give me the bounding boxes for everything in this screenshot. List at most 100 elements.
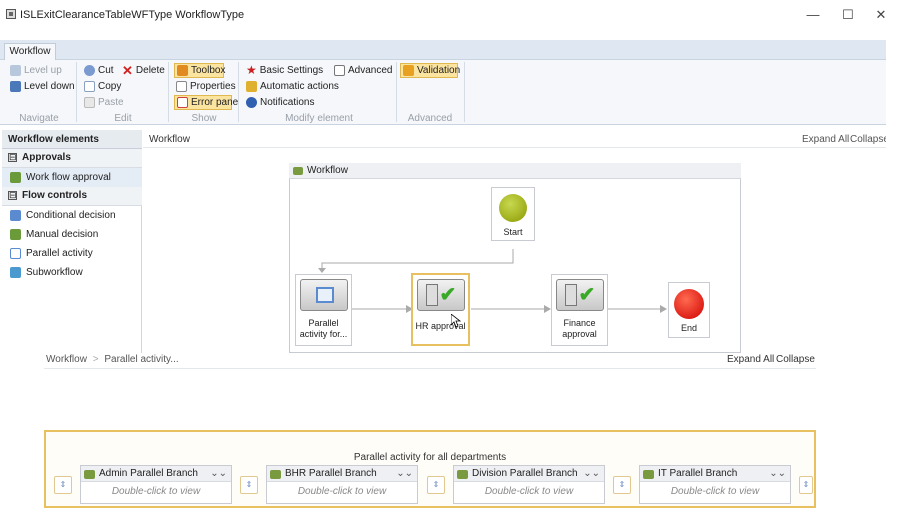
toolbox-label: Toolbox <box>191 65 226 76</box>
end-label: End <box>680 323 697 333</box>
validation-toggle[interactable]: Validation <box>400 63 460 78</box>
breadcrumb-separator: > <box>92 354 99 365</box>
end-node[interactable]: End <box>668 282 710 338</box>
toolbox-toggle[interactable]: Toolbox <box>174 63 226 78</box>
close-button[interactable]: ✕ <box>870 6 892 24</box>
expand-all-link-bottom[interactable]: Expand All <box>727 354 774 365</box>
minimize-button[interactable]: — <box>802 6 824 24</box>
branch-icon <box>270 470 281 479</box>
level-down-button[interactable]: Level down <box>10 79 75 94</box>
level-up-icon <box>10 65 21 76</box>
branch-name: Admin Parallel Branch <box>99 468 198 479</box>
finance-approval-node[interactable]: ✔ Finance approval <box>551 274 608 346</box>
parallel-activity-node[interactable]: Parallel activity for... <box>295 274 352 346</box>
notifications-button[interactable]: Notifications <box>246 95 314 110</box>
breadcrumb-item-workflow[interactable]: Workflow <box>46 354 87 365</box>
ribbon-separator <box>168 62 169 122</box>
ribbon-separator <box>464 62 465 122</box>
start-label: Start <box>503 227 523 237</box>
window-title: ISLExitClearanceTableWFType WorkflowType <box>20 9 245 21</box>
collapse-all-link-bottom[interactable]: Collapse <box>776 354 816 365</box>
parallel-activity-label: Parallel activity for... <box>299 318 348 339</box>
toolbox-item-subworkflow[interactable]: Subworkflow <box>2 263 142 282</box>
mouse-cursor-icon <box>451 314 461 328</box>
chevron-down-icon[interactable]: ⌄⌄ <box>769 466 786 482</box>
chevron-down-icon[interactable]: ⌄⌄ <box>396 466 413 482</box>
section-flow-controls[interactable]: ⊟ Flow controls <box>2 187 142 206</box>
branch-add-button[interactable]: ⇕ <box>613 476 631 494</box>
properties-toggle[interactable]: Properties <box>176 79 236 94</box>
branch-add-button[interactable]: ⇕ <box>240 476 258 494</box>
branch-name: BHR Parallel Branch <box>285 468 377 479</box>
copy-icon <box>84 81 95 92</box>
branch-admin[interactable]: Admin Parallel Branch ⌄⌄ Double-click to… <box>80 465 232 504</box>
toolbox-item-conditional-decision[interactable]: Conditional decision <box>2 206 142 225</box>
level-up-label: Level up <box>24 65 62 76</box>
workflow-frame-title: Workflow <box>307 165 348 176</box>
level-up-button[interactable]: Level up <box>10 63 62 78</box>
branch-add-button[interactable]: ⇕ <box>54 476 72 494</box>
error-pane-label: Error pane <box>191 97 239 108</box>
branch-add-button[interactable]: ⇕ <box>799 476 813 494</box>
advanced-label: Advanced <box>348 65 393 76</box>
tab-workflow[interactable]: Workflow <box>4 43 56 61</box>
chevron-down-icon[interactable]: ⌄⌄ <box>210 466 227 482</box>
automatic-actions-button[interactable]: Automatic actions <box>246 79 339 94</box>
branch-icon <box>84 470 95 479</box>
branch-hint: Double-click to view <box>111 486 201 497</box>
branch-it[interactable]: IT Parallel Branch ⌄⌄ Double-click to vi… <box>639 465 791 504</box>
automatic-actions-icon <box>246 81 257 92</box>
copy-label: Copy <box>98 81 122 92</box>
branch-icon <box>643 470 654 479</box>
divider <box>44 368 816 369</box>
toolbox-item-label: Parallel activity <box>26 248 93 259</box>
paste-button[interactable]: Paste <box>84 95 124 110</box>
properties-label: Properties <box>190 81 236 92</box>
edit-group-label: Edit <box>114 113 132 124</box>
title-bar: ISLExitClearanceTableWFType WorkflowType… <box>0 0 886 30</box>
toolbox-item-label: Subworkflow <box>26 267 83 278</box>
ribbon-tabstrip <box>0 40 886 60</box>
start-circle-icon <box>499 194 527 222</box>
branch-add-button[interactable]: ⇕ <box>427 476 445 494</box>
branch-division[interactable]: Division Parallel Branch ⌄⌄ Double-click… <box>453 465 605 504</box>
expand-all-link[interactable]: Expand All <box>802 134 849 145</box>
workflow-icon <box>293 167 303 175</box>
toolbox-item-work-flow-approval[interactable]: Work flow approval <box>2 168 142 187</box>
maximize-button[interactable]: ☐ <box>837 6 859 24</box>
basic-settings-button[interactable]: ★ Basic Settings <box>246 63 323 78</box>
breadcrumb[interactable]: Workflow <box>149 134 190 145</box>
section-approvals[interactable]: ⊟ Approvals <box>2 149 142 168</box>
window-icon <box>6 9 16 19</box>
delete-button[interactable]: ✕ Delete <box>122 63 165 78</box>
parallel-activity-icon <box>10 248 21 259</box>
toolbox-item-label: Work flow approval <box>26 172 111 183</box>
basic-settings-label: Basic Settings <box>259 65 324 76</box>
error-pane-icon <box>177 97 188 108</box>
breadcrumb-item-parallel[interactable]: Parallel activity... <box>104 354 178 365</box>
section-approvals-title: Approvals <box>22 152 71 163</box>
canvas-header <box>143 130 886 148</box>
delete-label: Delete <box>135 65 165 76</box>
star-icon: ★ <box>246 63 257 77</box>
advanced-settings-button[interactable]: Advanced <box>334 63 392 78</box>
navigate-group-label: Navigate <box>19 113 59 124</box>
toolbox-icon <box>177 65 188 76</box>
parallel-activity-title: Parallel activity for all departments <box>353 452 507 463</box>
approval-check-icon: ✔ <box>555 279 604 311</box>
branch-bhr[interactable]: BHR Parallel Branch ⌄⌄ Double-click to v… <box>266 465 418 504</box>
hr-approval-node[interactable]: ✔ HR approval <box>411 273 470 346</box>
error-pane-toggle[interactable]: Error pane <box>174 95 238 110</box>
workflow-frame-header: Workflow <box>289 163 741 179</box>
properties-icon <box>176 81 187 92</box>
chevron-down-icon[interactable]: ⌄⌄ <box>583 466 600 482</box>
collapse-toggle-icon[interactable]: ⊟ <box>8 190 17 200</box>
toolbox-item-parallel-activity[interactable]: Parallel activity <box>2 244 142 263</box>
branch-hint: Double-click to view <box>297 486 387 497</box>
toolbox-item-manual-decision[interactable]: Manual decision <box>2 225 142 244</box>
collapse-all-link[interactable]: Collapse A <box>850 134 886 145</box>
cut-button[interactable]: Cut <box>84 63 114 78</box>
start-node[interactable]: Start <box>491 187 535 241</box>
collapse-toggle-icon[interactable]: ⊟ <box>8 152 17 162</box>
copy-button[interactable]: Copy <box>84 79 121 94</box>
